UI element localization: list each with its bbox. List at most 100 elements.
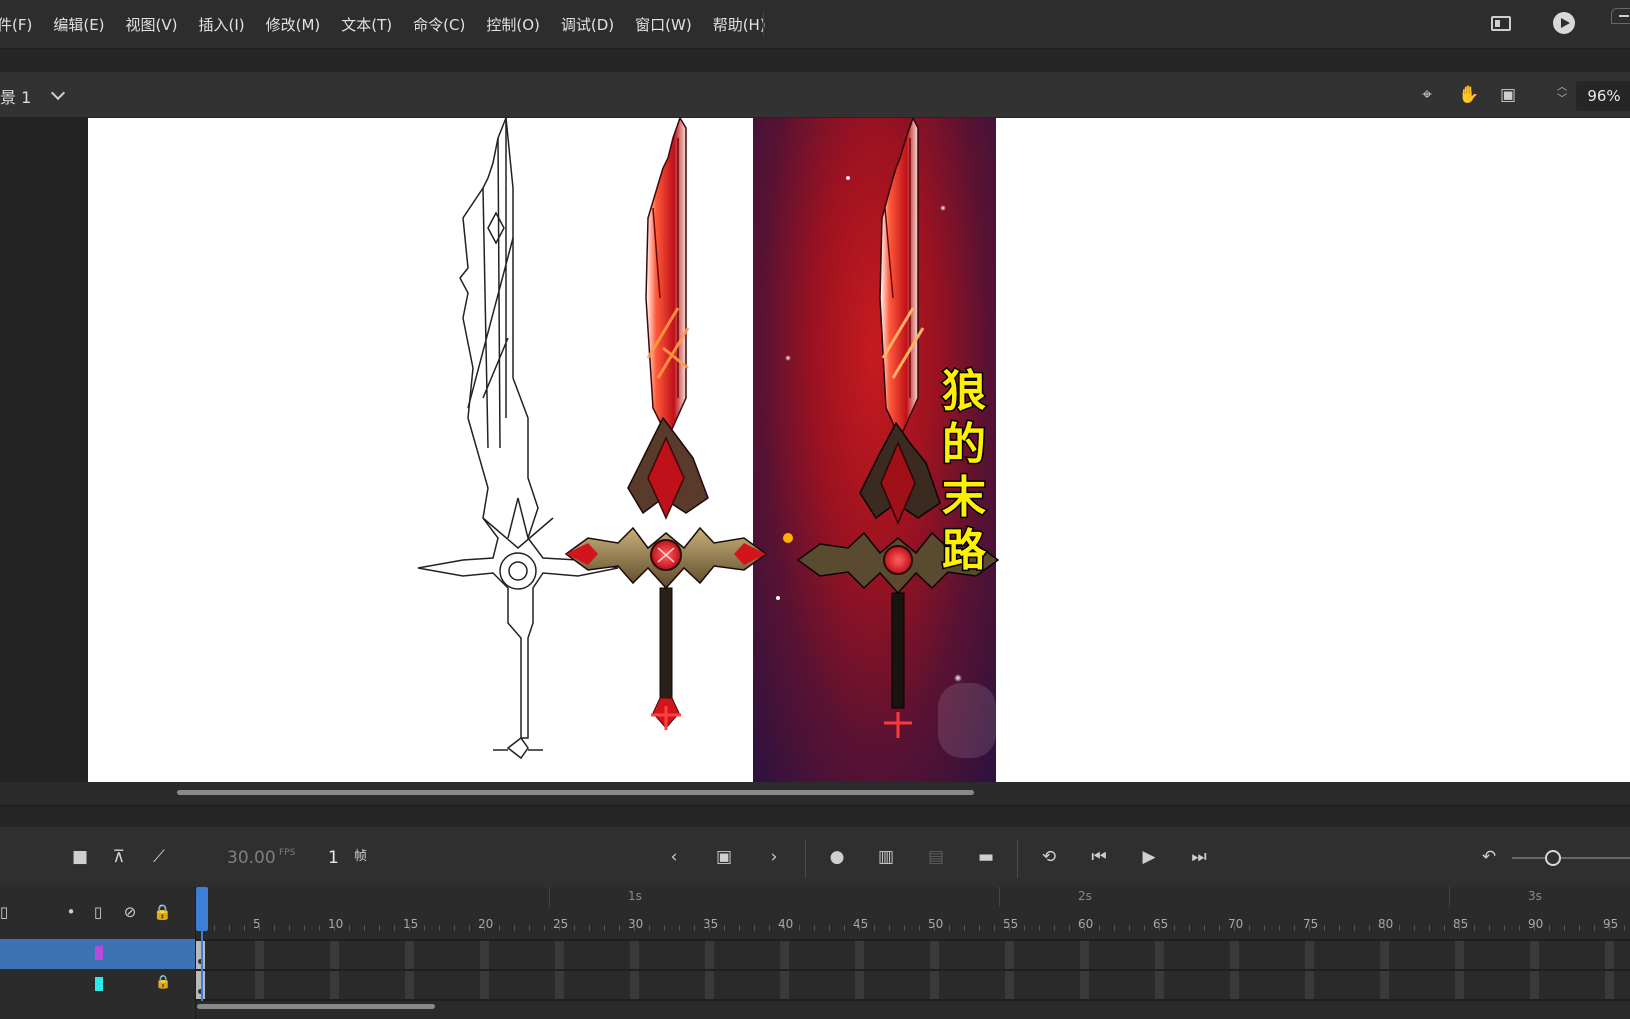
frame-cell[interactable] bbox=[405, 971, 414, 999]
add-keyframe-icon[interactable]: ▣ bbox=[713, 846, 735, 868]
menu-item[interactable]: 修改(M) bbox=[266, 14, 321, 35]
center-frame-icon[interactable]: ▬ bbox=[975, 846, 997, 868]
lock-icon[interactable]: 🔒 bbox=[153, 903, 172, 921]
frame-cell[interactable] bbox=[255, 971, 264, 999]
scene-label[interactable]: 景 1 bbox=[0, 84, 31, 108]
frame-cell[interactable] bbox=[1155, 941, 1164, 969]
outline-icon[interactable]: ▯ bbox=[89, 903, 107, 921]
menu-item[interactable]: 控制(O) bbox=[486, 14, 540, 35]
frame-cell[interactable] bbox=[630, 971, 639, 999]
frame-cell[interactable] bbox=[1380, 941, 1389, 969]
menu-item[interactable]: 窗口(W) bbox=[635, 14, 692, 35]
menu-item[interactable]: 编辑(E) bbox=[53, 14, 104, 35]
frame-cell[interactable] bbox=[630, 941, 639, 969]
frame-cell[interactable] bbox=[1455, 971, 1464, 999]
test-movie-icon[interactable] bbox=[1553, 12, 1575, 34]
stage-horizontal-scrollbar[interactable] bbox=[177, 790, 974, 795]
menu-item[interactable]: 命令(C) bbox=[413, 14, 465, 35]
frame-cell[interactable] bbox=[780, 971, 789, 999]
dot-icon[interactable]: • bbox=[62, 903, 80, 921]
second-marker bbox=[549, 887, 550, 907]
frame-row[interactable] bbox=[196, 971, 1630, 999]
edit-multiple-frames-icon[interactable]: ▥ bbox=[875, 846, 897, 868]
layer-color-chip[interactable] bbox=[95, 946, 103, 960]
layer-parenting-icon[interactable]: ⊼ bbox=[108, 846, 130, 868]
clip-canvas-icon[interactable]: ▣ bbox=[1498, 85, 1518, 105]
snap-center-icon[interactable]: ⌖ bbox=[1417, 85, 1437, 105]
step-back-icon[interactable]: ⏮ bbox=[1088, 846, 1110, 868]
chevron-left-icon[interactable]: ‹ bbox=[663, 846, 685, 868]
playhead[interactable] bbox=[196, 887, 208, 931]
minimize-icon[interactable] bbox=[1611, 8, 1630, 24]
frame-cell[interactable] bbox=[1530, 941, 1539, 969]
frame-cell[interactable] bbox=[705, 971, 714, 999]
frame-tick bbox=[1594, 925, 1595, 931]
frame-cell[interactable] bbox=[1230, 941, 1239, 969]
frame-cell[interactable] bbox=[1230, 971, 1239, 999]
onion-skin-icon[interactable]: ● bbox=[826, 846, 848, 868]
fps-field[interactable]: 30.00 bbox=[227, 848, 276, 868]
frame-cell[interactable] bbox=[1455, 941, 1464, 969]
frame-cell[interactable] bbox=[930, 971, 939, 999]
panel-divider[interactable] bbox=[0, 805, 1630, 828]
frame-cell[interactable] bbox=[405, 941, 414, 969]
zoom-field[interactable]: 96% bbox=[1576, 81, 1630, 111]
frame-cell[interactable] bbox=[1005, 971, 1014, 999]
frame-cell[interactable] bbox=[555, 971, 564, 999]
frame-cell[interactable] bbox=[705, 941, 714, 969]
menu-item[interactable]: 视图(V) bbox=[126, 14, 178, 35]
frame-cell[interactable] bbox=[1080, 941, 1089, 969]
chevron-right-icon[interactable]: › bbox=[763, 846, 785, 868]
frames-area[interactable]: 5 10 15 20 25 30 35 40 45 50 55 60 65 70 75 80 85 90 95 1s 2… bbox=[196, 887, 1630, 1019]
frame-cell[interactable] bbox=[855, 941, 864, 969]
frame-cell[interactable] bbox=[1380, 971, 1389, 999]
layer-color-chip[interactable] bbox=[95, 977, 103, 991]
frame-cell[interactable] bbox=[855, 971, 864, 999]
frame-cell[interactable] bbox=[555, 941, 564, 969]
insert-frame-icon[interactable]: ▤ bbox=[925, 846, 947, 868]
frame-cell[interactable] bbox=[1005, 941, 1014, 969]
frame-tick bbox=[214, 925, 215, 931]
frame-cell[interactable] bbox=[1605, 971, 1614, 999]
frame-cell[interactable] bbox=[480, 971, 489, 999]
menu-item[interactable]: 帮助(H) bbox=[713, 14, 766, 35]
frame-cell[interactable] bbox=[1605, 941, 1614, 969]
menu-item[interactable]: 插入(I) bbox=[199, 14, 245, 35]
frame-cell[interactable] bbox=[480, 941, 489, 969]
menu-item[interactable]: 调试(D) bbox=[561, 14, 614, 35]
frame-tick bbox=[1624, 925, 1625, 931]
camera-icon[interactable]: ■ bbox=[69, 846, 91, 868]
loop-icon[interactable]: ⟲ bbox=[1038, 846, 1060, 868]
menu-item[interactable]: 文本(T) bbox=[341, 14, 392, 35]
menu-item[interactable]: 件(F) bbox=[0, 14, 32, 35]
frame-cell[interactable] bbox=[1305, 941, 1314, 969]
frame-row[interactable] bbox=[196, 941, 1630, 969]
frame-ruler[interactable]: 5 10 15 20 25 30 35 40 45 50 55 60 65 70 75 80 85 90 95 1s 2… bbox=[196, 887, 1630, 939]
frame-cell[interactable] bbox=[255, 941, 264, 969]
hand-tool-icon[interactable]: ✋ bbox=[1458, 85, 1479, 105]
graph-icon[interactable]: ⟋ bbox=[148, 846, 170, 868]
current-frame-field[interactable]: 1 bbox=[328, 848, 339, 868]
eye-slash-icon[interactable]: ⊘ bbox=[121, 903, 139, 921]
frame-cell[interactable] bbox=[1530, 971, 1539, 999]
frame-cell[interactable] bbox=[1080, 971, 1089, 999]
frame-cell[interactable] bbox=[930, 941, 939, 969]
frame-cell[interactable] bbox=[780, 941, 789, 969]
frame-tick bbox=[814, 925, 815, 931]
folder-icon[interactable]: ▯ bbox=[0, 903, 13, 921]
stage-canvas[interactable]: 狼的末路 bbox=[88, 118, 1630, 782]
timeline-zoom-handle[interactable] bbox=[1545, 850, 1561, 866]
frame-cell[interactable] bbox=[1305, 971, 1314, 999]
zoom-stepper[interactable]: ︿ ﹀ bbox=[1555, 82, 1569, 110]
frame-grid[interactable] bbox=[196, 939, 1630, 1001]
frame-cell[interactable] bbox=[330, 971, 339, 999]
frame-cell[interactable] bbox=[330, 941, 339, 969]
timeline-zoom-slider[interactable] bbox=[1512, 857, 1630, 859]
timeline-horizontal-scrollbar[interactable] bbox=[197, 1004, 435, 1009]
undo-icon[interactable]: ↶ bbox=[1478, 846, 1500, 868]
workspace-layout-icon[interactable] bbox=[1491, 16, 1511, 31]
step-forward-icon[interactable]: ⏭ bbox=[1188, 846, 1210, 868]
frame-cell[interactable] bbox=[1155, 971, 1164, 999]
play-icon[interactable]: ▶ bbox=[1138, 846, 1160, 868]
lock-icon[interactable]: 🔒 bbox=[155, 975, 171, 990]
